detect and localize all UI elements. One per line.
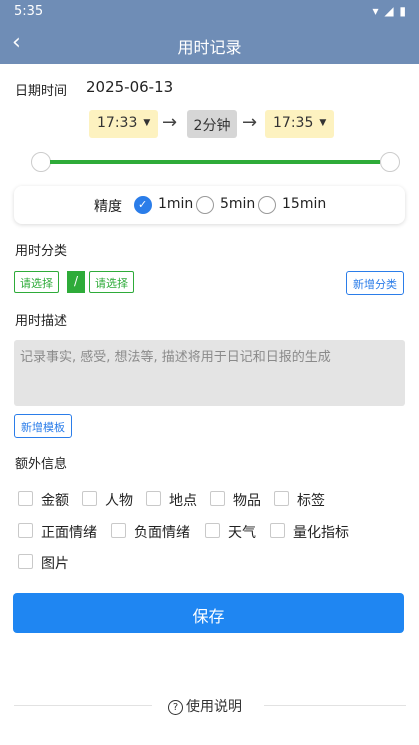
description-input[interactable]: 记录事实, 感受, 想法等, 描述将用于日记和日报的生成 bbox=[14, 340, 405, 406]
extra-info-label: 额外信息 bbox=[15, 457, 68, 472]
checkbox-label: 天气 bbox=[228, 525, 256, 541]
status-bar: 5:35 ▾ ◢ ▮ bbox=[0, 0, 419, 24]
precision-option-label: 1min bbox=[158, 196, 194, 212]
start-time-value: 17:33 bbox=[97, 115, 138, 131]
description-label: 用时描述 bbox=[15, 314, 68, 329]
checkbox-label: 正面情绪 bbox=[41, 525, 97, 541]
add-category-button[interactable]: 新增分类 bbox=[346, 271, 404, 295]
arrow-right-icon: → bbox=[162, 112, 178, 133]
checkbox-negative-emotion[interactable] bbox=[111, 523, 126, 538]
checkbox-label: 地点 bbox=[169, 493, 197, 509]
battery-icon: ▮ bbox=[399, 4, 407, 18]
category-select-secondary[interactable]: 请选择 bbox=[89, 271, 134, 293]
start-time-select[interactable]: 17:33 ▼ bbox=[89, 110, 159, 138]
precision-label: 精度 bbox=[94, 199, 122, 215]
precision-card: 精度 1min 5min 15min bbox=[14, 186, 405, 224]
category-select-primary[interactable]: 请选择 bbox=[14, 271, 59, 293]
checkbox-label: 负面情绪 bbox=[134, 525, 190, 541]
wifi-icon: ▾ bbox=[372, 4, 380, 18]
status-icons: ▾ ◢ ▮ bbox=[372, 4, 407, 18]
range-slider-start-handle[interactable] bbox=[31, 152, 51, 172]
range-slider-end-handle[interactable] bbox=[380, 152, 400, 172]
help-link[interactable]: ? 使用说明 bbox=[168, 696, 242, 716]
date-time-label: 日期时间 bbox=[15, 84, 68, 99]
checkbox-amount[interactable] bbox=[18, 491, 33, 506]
checkbox-label: 金额 bbox=[41, 493, 69, 509]
caret-down-icon: ▼ bbox=[319, 118, 327, 128]
checkbox-tag[interactable] bbox=[274, 491, 289, 506]
date-value[interactable]: 2025-06-13 bbox=[86, 78, 173, 96]
checkbox-item[interactable] bbox=[210, 491, 225, 506]
checkbox-label: 标签 bbox=[297, 493, 325, 509]
precision-radio-5min[interactable] bbox=[196, 196, 214, 214]
category-label: 用时分类 bbox=[15, 244, 68, 259]
app-bar: ‹ 用时记录 bbox=[0, 24, 419, 64]
signal-icon: ◢ bbox=[384, 4, 395, 18]
end-time-select[interactable]: 17:35 ▼ bbox=[265, 110, 335, 138]
question-circle-icon: ? bbox=[168, 700, 183, 715]
help-label: 使用说明 bbox=[186, 699, 242, 715]
precision-option-label: 15min bbox=[282, 196, 327, 212]
checkbox-label: 图片 bbox=[41, 556, 69, 572]
checkbox-weather[interactable] bbox=[205, 523, 220, 538]
save-button[interactable]: 保存 bbox=[13, 593, 404, 633]
checkbox-label: 量化指标 bbox=[293, 525, 349, 541]
precision-option-label: 5min bbox=[220, 196, 256, 212]
category-separator: / bbox=[67, 271, 85, 293]
footer-divider-left bbox=[14, 705, 152, 706]
end-time-value: 17:35 bbox=[273, 115, 314, 131]
checkbox-person[interactable] bbox=[82, 491, 97, 506]
duration-badge: 2分钟 bbox=[187, 110, 237, 138]
footer-divider-right bbox=[264, 705, 406, 706]
status-time: 5:35 bbox=[14, 4, 44, 19]
precision-radio-15min[interactable] bbox=[258, 196, 276, 214]
arrow-right-icon: → bbox=[242, 112, 258, 133]
checkbox-location[interactable] bbox=[146, 491, 161, 506]
checkbox-label: 人物 bbox=[105, 493, 133, 509]
precision-radio-1min[interactable] bbox=[134, 196, 152, 214]
checkbox-label: 物品 bbox=[233, 493, 261, 509]
checkbox-metric[interactable] bbox=[270, 523, 285, 538]
page-title: 用时记录 bbox=[177, 38, 242, 57]
add-template-button[interactable]: 新增模板 bbox=[14, 414, 72, 438]
checkbox-positive-emotion[interactable] bbox=[18, 523, 33, 538]
range-slider-track[interactable] bbox=[50, 160, 380, 164]
caret-down-icon: ▼ bbox=[143, 118, 151, 128]
checkbox-image[interactable] bbox=[18, 554, 33, 569]
